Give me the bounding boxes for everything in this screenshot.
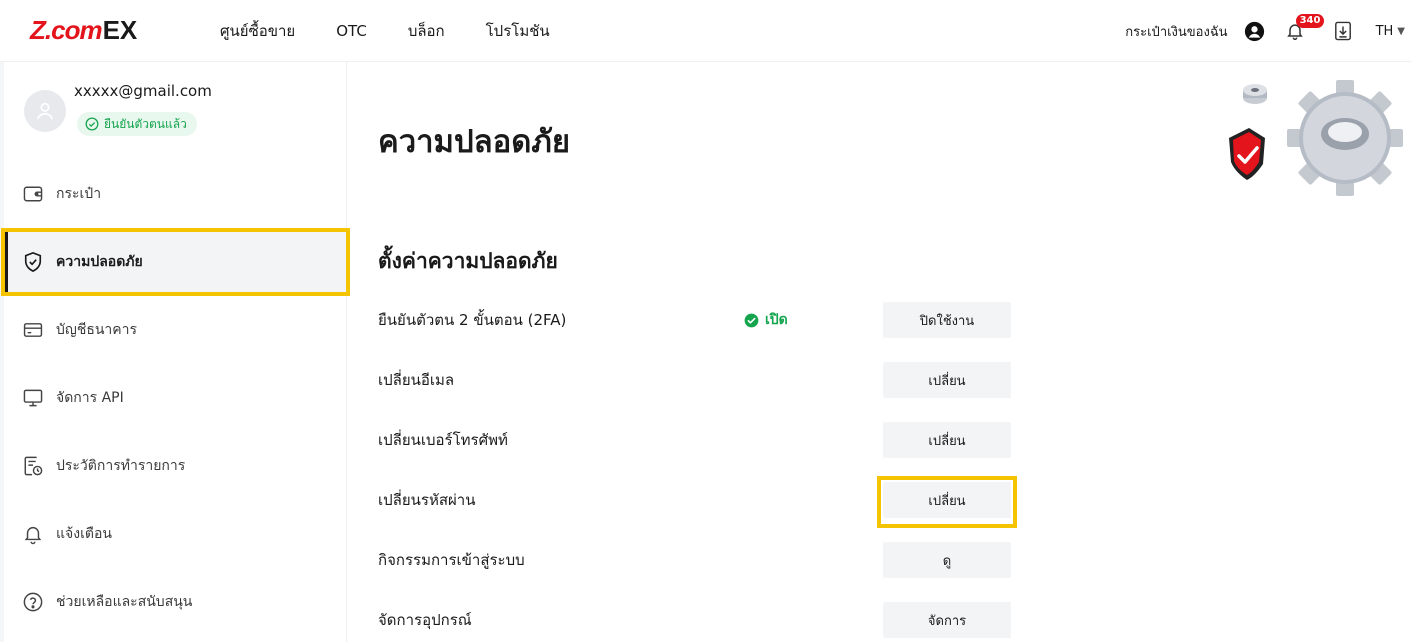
shield-icon <box>22 251 44 273</box>
my-wallet-link[interactable]: กระเป๋าเงินของฉัน <box>1125 21 1227 42</box>
bank-card-icon <box>22 319 44 341</box>
sidebar-item-bank-account[interactable]: บัญชีธนาคาร <box>4 296 347 364</box>
setting-label: จัดการอุปกรณ์ <box>378 611 472 629</box>
security-settings-title: ตั้งค่าความปลอดภัย <box>378 249 558 273</box>
user-profile: xxxxx@gmail.com ยืนยันตัวตนแล้ว <box>20 82 340 154</box>
language-selector[interactable]: TH <box>1376 24 1394 39</box>
setting-label: เปลี่ยนเบอร์โทรศัพท์ <box>378 431 508 449</box>
sidebar-item-label: ความปลอดภัย <box>56 254 143 270</box>
change-password-button[interactable]: เปลี่ยน <box>883 482 1011 518</box>
page-title: ความปลอดภัย <box>378 124 571 160</box>
nav-promotion[interactable]: โปรโมชัน <box>486 19 550 43</box>
user-account-icon[interactable] <box>1244 20 1266 42</box>
notification-count-badge: 340 <box>1295 14 1325 28</box>
setting-row-phone: เปลี่ยนเบอร์โทรศัพท์ เปลี่ยน <box>378 422 1078 458</box>
avatar <box>24 90 66 132</box>
setting-label: เปลี่ยนอีเมล <box>378 371 455 389</box>
setting-label: ยืนยันตัวตน 2 ขั้นตอน (2FA) <box>378 311 567 329</box>
setting-row-email: เปลี่ยนอีเมล เปลี่ยน <box>378 362 1078 398</box>
sidebar-item-api[interactable]: จัดการ API <box>4 364 347 432</box>
disable-2fa-button[interactable]: ปิดใช้งาน <box>883 302 1011 338</box>
notification-bell-icon[interactable]: 340 <box>1284 14 1325 42</box>
history-icon <box>22 455 44 477</box>
verified-badge: ยืนยันตัวตนแล้ว <box>77 112 197 136</box>
change-email-button[interactable]: เปลี่ยน <box>883 362 1011 398</box>
sidebar-item-label: ประวัติการทำรายการ <box>56 458 186 474</box>
user-email: xxxxx@gmail.com <box>74 82 212 100</box>
logo-brand: Z.com <box>30 14 103 45</box>
status-badge: เปิด <box>744 302 788 338</box>
setting-label: กิจกรรมการเข้าสู่ระบบ <box>378 551 525 569</box>
sidebar-item-wallet[interactable]: กระเป๋า <box>4 160 347 228</box>
account-sidebar: xxxxx@gmail.com ยืนยันตัวตนแล้ว กระเป๋า … <box>0 62 350 642</box>
setting-row-devices: จัดการอุปกรณ์ จัดการ <box>378 602 1078 638</box>
setting-row-2fa: ยืนยันตัวตน 2 ขั้นตอน (2FA) เปิด ปิดใช้ง… <box>378 302 1078 338</box>
nav-otc[interactable]: OTC <box>336 22 367 40</box>
setting-row-password: เปลี่ยนรหัสผ่าน เปลี่ยน <box>378 476 1078 528</box>
sidebar-menu: กระเป๋า ความปลอดภัย บัญชีธนาคาร จัดการ A… <box>1 160 350 636</box>
nav-blog[interactable]: บล็อก <box>408 19 445 43</box>
setting-label: เปลี่ยนรหัสผ่าน <box>378 491 476 509</box>
verified-label: ยืนยันตัวตนแล้ว <box>104 116 187 131</box>
nav-trading-center[interactable]: ศูนย์ซื้อขาย <box>220 19 295 43</box>
sidebar-item-label: แจ้งเตือน <box>56 526 112 542</box>
sidebar-item-security[interactable]: ความปลอดภัย <box>1 228 350 296</box>
download-app-icon[interactable] <box>1332 20 1354 42</box>
main-nav: ศูนย์ซื้อขาย OTC บล็อก โปรโมชัน <box>220 0 591 62</box>
setting-row-login-activity: กิจกรรมการเข้าสู่ระบบ ดู <box>378 542 1078 578</box>
sidebar-item-label: กระเป๋า <box>56 186 102 202</box>
bell-icon <box>22 523 44 545</box>
manage-devices-button[interactable]: จัดการ <box>883 602 1011 638</box>
view-login-activity-button[interactable]: ดู <box>883 542 1011 578</box>
zcom-ex-logo[interactable]: Z.com EX <box>30 14 138 45</box>
top-header: Z.com EX ศูนย์ซื้อขาย OTC บล็อก โปรโมชัน… <box>0 0 1411 62</box>
sidebar-item-history[interactable]: ประวัติการทำรายการ <box>4 432 347 500</box>
check-circle-icon <box>85 117 99 131</box>
highlight-frame <box>1 228 350 296</box>
wallet-icon <box>22 183 44 205</box>
status-text: เปิด <box>765 312 788 328</box>
sidebar-item-help[interactable]: ช่วยเหลือและสนับสนุน <box>4 568 347 636</box>
header-actions: กระเป๋าเงินของฉัน 340 TH ▼ <box>1125 0 1411 62</box>
sidebar-item-label: ช่วยเหลือและสนับสนุน <box>56 594 193 610</box>
security-gear-illustration <box>1225 76 1411 196</box>
sidebar-item-notifications[interactable]: แจ้งเตือน <box>4 500 347 568</box>
sidebar-item-label: จัดการ API <box>56 390 124 406</box>
security-main: ความปลอดภัย ตั้งค่าความปลอดภัย ยืนยันตัว… <box>347 62 1411 642</box>
logo-suffix: EX <box>102 14 138 45</box>
monitor-icon <box>22 387 44 409</box>
help-icon <box>22 591 44 613</box>
sidebar-item-label: บัญชีธนาคาร <box>56 322 138 338</box>
check-circle-icon <box>744 313 759 327</box>
chevron-down-icon[interactable]: ▼ <box>1397 26 1405 37</box>
change-phone-button[interactable]: เปลี่ยน <box>883 422 1011 458</box>
